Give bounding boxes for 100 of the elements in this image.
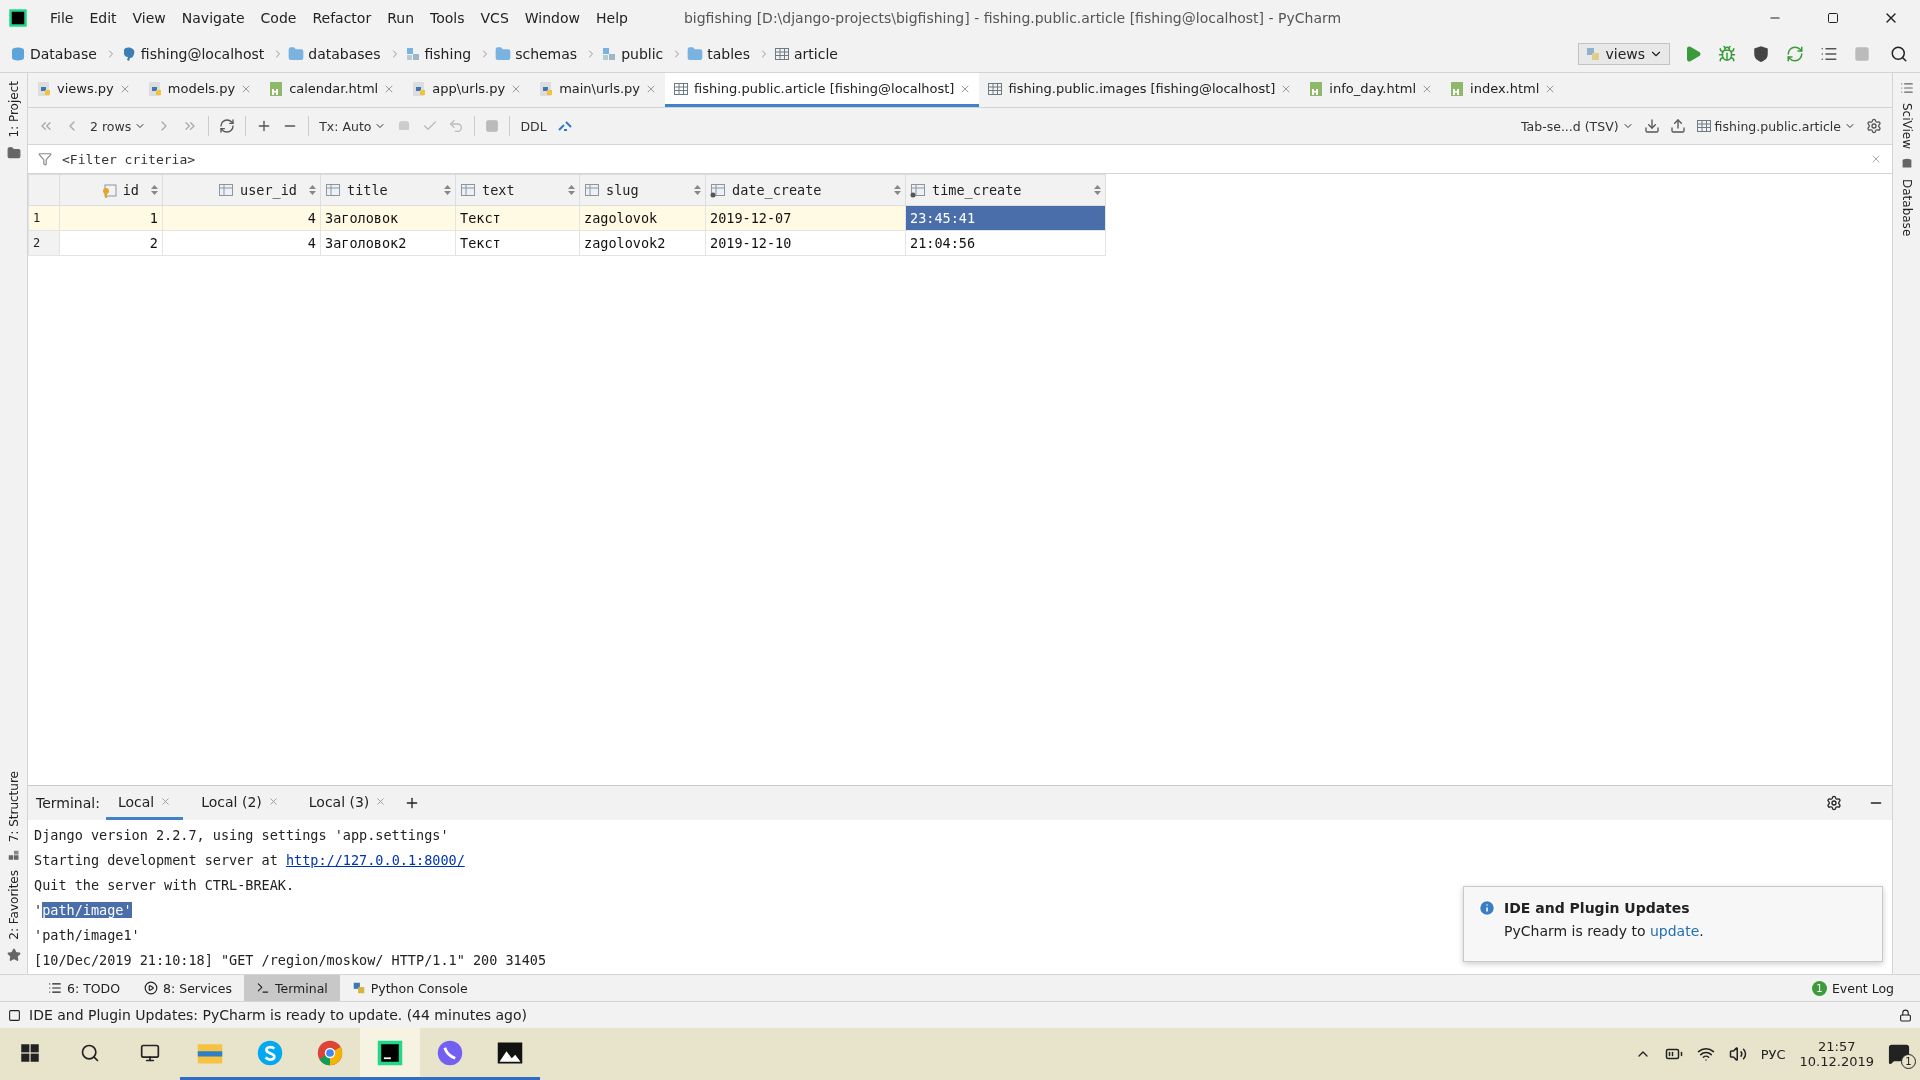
menu-item[interactable]: Edit bbox=[81, 10, 125, 26]
sort-icon[interactable] bbox=[151, 185, 158, 195]
table-cell[interactable]: 4 bbox=[162, 230, 321, 256]
row-count-dropdown[interactable]: 2 rows bbox=[90, 118, 147, 134]
column-header[interactable]: date_create bbox=[705, 174, 906, 206]
breadcrumb-item[interactable]: fishing bbox=[424, 46, 476, 62]
breadcrumb-item[interactable]: tables bbox=[707, 46, 755, 62]
download-icon[interactable] bbox=[1643, 118, 1660, 134]
target-dropdown[interactable]: fishing.public.article bbox=[1695, 118, 1856, 134]
table-cell[interactable]: Заголовок bbox=[320, 205, 456, 231]
breadcrumb-item[interactable]: databases bbox=[308, 46, 385, 62]
event-log-button[interactable]: 1 Event Log bbox=[1799, 975, 1906, 1001]
run-icon[interactable] bbox=[1684, 45, 1702, 63]
sort-icon[interactable] bbox=[568, 185, 575, 195]
menu-item[interactable]: Window bbox=[516, 10, 588, 26]
filter-input[interactable]: <Filter criteria> bbox=[60, 150, 1862, 168]
structure-tool-tab[interactable]: 7: Structure bbox=[6, 770, 21, 843]
editor-tab[interactable]: info_day.html bbox=[1300, 73, 1442, 107]
format-dropdown[interactable]: Tab-se...d (TSV) bbox=[1521, 118, 1634, 134]
clock[interactable]: 21:57 10.12.2019 bbox=[1799, 1039, 1874, 1069]
sort-icon[interactable] bbox=[309, 185, 316, 195]
table-cell[interactable]: 23:45:41 bbox=[905, 205, 1106, 231]
notifications-icon[interactable] bbox=[1888, 1043, 1910, 1065]
update-link[interactable]: update bbox=[1649, 923, 1700, 939]
editor-tab[interactable]: app\urls.py bbox=[403, 73, 531, 107]
language-indicator[interactable]: РУС bbox=[1760, 1046, 1786, 1062]
menu-item[interactable]: VCS bbox=[472, 10, 517, 26]
table-cell[interactable]: Заголовок2 bbox=[320, 230, 456, 256]
table-cell[interactable]: Текст bbox=[455, 205, 580, 231]
editor-tab[interactable]: index.html bbox=[1441, 73, 1565, 107]
sort-icon[interactable] bbox=[694, 185, 701, 195]
close-icon[interactable] bbox=[267, 796, 279, 807]
menu-item[interactable]: Tools bbox=[422, 10, 473, 26]
stop-icon[interactable] bbox=[485, 119, 500, 133]
sciview-tool-tab[interactable]: SciView bbox=[1899, 103, 1914, 150]
editor-tab[interactable]: fishing.public.article [fishing@localhost] bbox=[665, 73, 980, 107]
tool-window-button[interactable]: 8: Services bbox=[132, 975, 244, 1001]
table-cell[interactable]: 1 bbox=[59, 205, 163, 231]
terminal-link[interactable]: http://127.0.0.1:8000/ bbox=[285, 851, 465, 868]
sort-icon[interactable] bbox=[444, 185, 451, 195]
wifi-icon[interactable] bbox=[1696, 1045, 1715, 1063]
window-title: bigfishing [D:\django-projects\bigfishing] - fishing.public.article [fishing@localhost] - PyCharm bbox=[683, 10, 1343, 26]
sort-icon[interactable] bbox=[1094, 185, 1101, 195]
editor-tab[interactable]: main\urls.py bbox=[530, 73, 666, 107]
column-header[interactable]: user_id bbox=[162, 174, 321, 206]
close-icon[interactable] bbox=[160, 796, 172, 807]
terminal-tab[interactable]: Local (2) bbox=[189, 786, 291, 820]
menu-item[interactable]: Run bbox=[379, 10, 423, 26]
table-cell[interactable]: 2019-12-07 bbox=[705, 205, 906, 231]
rollback-icon[interactable] bbox=[448, 118, 465, 134]
menu-item[interactable]: View bbox=[124, 10, 174, 26]
close-icon[interactable] bbox=[375, 796, 387, 807]
menu-item[interactable]: Refactor bbox=[304, 10, 380, 26]
table-cell[interactable]: 4 bbox=[162, 205, 321, 231]
table-cell[interactable]: zagolovok bbox=[579, 205, 706, 231]
editor-tab[interactable]: models.py bbox=[138, 73, 261, 107]
breadcrumb-item[interactable]: Database bbox=[30, 46, 101, 62]
database-tool-tab[interactable]: Database bbox=[1899, 179, 1914, 237]
editor-tab[interactable]: fishing.public.images [fishing@localhost] bbox=[979, 73, 1301, 107]
settings-icon[interactable] bbox=[1866, 118, 1882, 134]
table-cell[interactable]: Текст bbox=[455, 230, 580, 256]
breadcrumb-item[interactable]: fishing@localhost bbox=[140, 46, 269, 62]
taskbar-app[interactable] bbox=[360, 1028, 420, 1080]
menu-item[interactable]: Navigate bbox=[173, 10, 253, 26]
stop-icon[interactable] bbox=[1854, 46, 1870, 62]
settings-icon[interactable] bbox=[1826, 795, 1842, 811]
column-header[interactable]: title bbox=[320, 174, 456, 206]
editor-tab[interactable]: views.py bbox=[28, 73, 139, 107]
tool-window-button[interactable]: 6: TODO bbox=[36, 975, 133, 1001]
search-icon[interactable] bbox=[1890, 45, 1908, 63]
table-cell[interactable]: 2 bbox=[59, 230, 163, 256]
project-tool-tab[interactable]: 1: Project bbox=[6, 81, 21, 138]
transaction-mode-dropdown[interactable]: Tx: Auto bbox=[319, 118, 387, 134]
editor-tab[interactable]: calendar.html bbox=[260, 73, 404, 107]
table-cell[interactable]: zagolovok2 bbox=[579, 230, 706, 256]
tool-window-button[interactable]: Terminal bbox=[243, 975, 340, 1001]
favorites-tool-tab[interactable]: 2: Favorites bbox=[6, 870, 21, 940]
debug-icon[interactable] bbox=[1718, 45, 1736, 63]
breadcrumb-item[interactable]: public bbox=[621, 46, 668, 62]
column-header[interactable]: text bbox=[455, 174, 580, 206]
column-header[interactable]: id bbox=[59, 174, 163, 206]
column-header[interactable]: time_create bbox=[905, 174, 1106, 206]
table-cell[interactable]: 2019-12-10 bbox=[705, 230, 906, 256]
volume-icon[interactable] bbox=[1728, 1045, 1747, 1063]
table-cell[interactable]: 21:04:56 bbox=[905, 230, 1106, 256]
menu-item[interactable]: File bbox=[42, 10, 82, 26]
column-header[interactable]: slug bbox=[579, 174, 706, 206]
breadcrumb-item[interactable]: schemas bbox=[515, 46, 582, 62]
sort-icon[interactable] bbox=[894, 185, 901, 195]
clear-icon[interactable] bbox=[1870, 153, 1882, 165]
run-config-dropdown[interactable]: views bbox=[1578, 43, 1670, 65]
refresh-icon[interactable] bbox=[219, 118, 236, 134]
upload-icon[interactable] bbox=[1669, 118, 1686, 134]
ddl-button[interactable]: DDL bbox=[520, 118, 547, 134]
menu-item[interactable]: Help bbox=[588, 10, 636, 26]
filter-field[interactable]: <Filter criteria> bbox=[28, 145, 1892, 174]
breadcrumb-item[interactable]: article bbox=[794, 46, 842, 62]
tool-window-button[interactable]: Python Console bbox=[339, 975, 480, 1001]
terminal-tab[interactable]: Local (3) bbox=[296, 786, 399, 820]
menu-item[interactable]: Code bbox=[252, 10, 305, 26]
